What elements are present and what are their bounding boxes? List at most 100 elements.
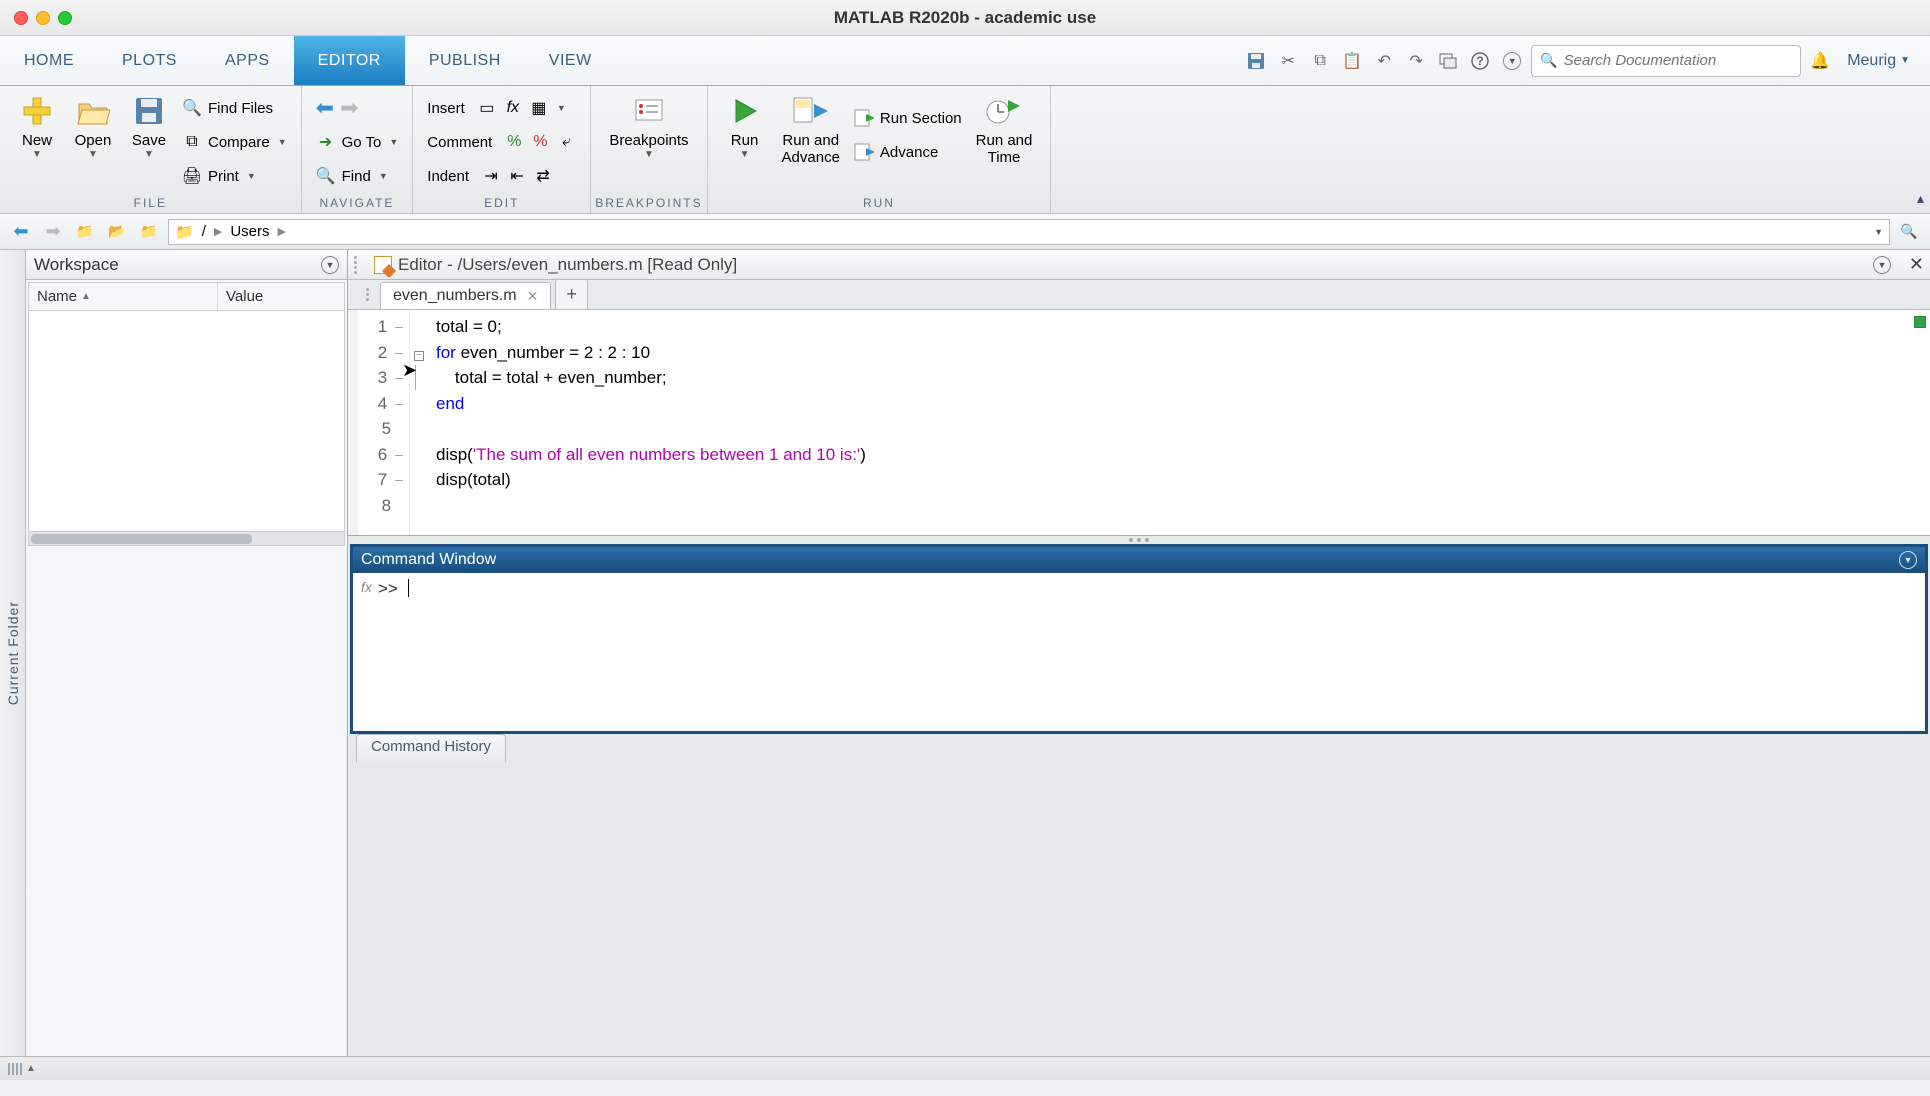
undo-icon[interactable]: ↶: [1371, 48, 1397, 74]
current-folder-path[interactable]: 📁 / ▶ Users ▶ ▼: [168, 219, 1890, 245]
path-browse-button[interactable]: 📂: [104, 219, 130, 245]
new-tab-button[interactable]: +: [555, 279, 588, 309]
tab-home[interactable]: HOME: [0, 36, 98, 85]
close-window-button[interactable]: [14, 11, 28, 25]
tab-view[interactable]: VIEW: [525, 36, 616, 85]
find-button[interactable]: 🔍Find▼: [312, 160, 403, 192]
drag-handle-icon[interactable]: [366, 288, 374, 301]
notifications-icon[interactable]: 🔔: [1807, 48, 1833, 74]
advance-button[interactable]: Advance: [850, 136, 966, 168]
insert-button[interactable]: Insert▭fx▦▼: [423, 92, 580, 124]
cut-icon[interactable]: ✂: [1275, 48, 1301, 74]
command-window-menu-icon[interactable]: ▼: [1899, 551, 1917, 569]
horizontal-splitter[interactable]: [348, 536, 1930, 544]
path-up-button[interactable]: 📁: [72, 219, 98, 245]
tab-plots[interactable]: PLOTS: [98, 36, 201, 85]
fold-toggle-icon[interactable]: −: [414, 351, 424, 361]
drag-handle-icon[interactable]: [354, 256, 362, 274]
find-icon: 🔍: [316, 166, 336, 186]
fx-icon[interactable]: fx: [361, 579, 372, 595]
workspace-menu-icon[interactable]: ▼: [321, 256, 339, 274]
goto-button[interactable]: ➜Go To▼: [312, 126, 403, 158]
breakpoints-button[interactable]: Breakpoints▼: [601, 90, 696, 162]
path-search-button[interactable]: 🔍: [1896, 219, 1922, 245]
file-tab[interactable]: even_numbers.m ✕: [380, 282, 551, 309]
insert-snippet-icon[interactable]: ▦: [529, 98, 549, 118]
redo-icon[interactable]: ↷: [1403, 48, 1429, 74]
line-gutter[interactable]: 1– 2– 3– 4– 5 6– 7– 8: [358, 310, 410, 535]
editor-title: Editor - /Users/even_numbers.m [Read Onl…: [398, 255, 737, 275]
find-files-icon: 🔍: [182, 98, 202, 118]
insert-section-icon[interactable]: ▭: [477, 98, 497, 118]
smart-indent-icon[interactable]: ⇄: [533, 166, 553, 186]
switch-windows-icon[interactable]: [1435, 48, 1461, 74]
insert-fx-icon[interactable]: fx: [503, 98, 523, 118]
editor-menu-icon[interactable]: ▼: [1873, 256, 1891, 274]
workspace-panel: Workspace ▼ Name▲ Value: [26, 250, 348, 1056]
minimize-window-button[interactable]: [36, 11, 50, 25]
save-icon: [130, 92, 168, 130]
paste-icon[interactable]: 📋: [1339, 48, 1365, 74]
section-label-edit: EDIT: [413, 196, 590, 213]
workspace-table[interactable]: Name▲ Value: [28, 282, 345, 546]
code-health-indicator[interactable]: [1914, 316, 1926, 328]
quickaccess-dropdown-icon[interactable]: ▼: [1499, 48, 1525, 74]
chevron-right-icon[interactable]: ▶: [278, 225, 286, 238]
save-file-button[interactable]: Save▼: [122, 90, 176, 162]
path-segment[interactable]: Users: [230, 223, 269, 240]
comment-icon[interactable]: %: [504, 132, 524, 152]
print-button[interactable]: 🖨Print▼: [178, 160, 291, 192]
code-editor[interactable]: 1– 2– 3– 4– 5 6– 7– 8 − total = 0;for ev…: [348, 310, 1930, 535]
outdent-icon[interactable]: ⇤: [507, 166, 527, 186]
indent-icon[interactable]: ⇥: [481, 166, 501, 186]
goto-icon: ➜: [316, 132, 336, 152]
workspace-col-value[interactable]: Value: [218, 283, 344, 310]
back-icon[interactable]: ⬅: [316, 95, 334, 121]
run-button[interactable]: Run▼: [718, 90, 772, 162]
path-dropdown-icon[interactable]: ▼: [1874, 227, 1883, 237]
help-icon[interactable]: ?: [1467, 48, 1493, 74]
save-quick-icon[interactable]: [1243, 48, 1269, 74]
compare-button[interactable]: ⧉Compare▼: [178, 126, 291, 158]
run-time-icon: [985, 92, 1023, 130]
run-advance-button[interactable]: Run and Advance: [774, 90, 848, 169]
uncomment-icon[interactable]: %: [530, 132, 550, 152]
copy-icon[interactable]: ⧉: [1307, 48, 1333, 74]
path-forward-button[interactable]: ➡: [40, 219, 66, 245]
wrap-comment-icon[interactable]: ⤶: [556, 132, 576, 152]
path-add-button[interactable]: 📁: [136, 219, 162, 245]
run-section-button[interactable]: Run Section: [850, 102, 966, 134]
fold-gutter[interactable]: −: [410, 310, 428, 535]
user-menu[interactable]: Meurig▼: [1839, 52, 1918, 70]
search-input[interactable]: [1564, 52, 1793, 69]
path-root[interactable]: /: [202, 223, 206, 240]
folder-icon: 📁: [175, 223, 194, 241]
tab-editor[interactable]: EDITOR: [294, 36, 405, 85]
run-time-button[interactable]: Run and Time: [968, 90, 1041, 169]
workspace-scrollbar[interactable]: [29, 531, 344, 545]
new-file-button[interactable]: New▼: [10, 90, 64, 162]
code-content[interactable]: total = 0;for even_number = 2 : 2 : 10 t…: [428, 310, 874, 535]
close-editor-button[interactable]: ✕: [1909, 254, 1924, 275]
section-label-file: FILE: [0, 196, 301, 213]
forward-icon[interactable]: ➡: [340, 95, 358, 121]
status-menu-icon[interactable]: ▲: [26, 1063, 36, 1074]
nav-back-forward[interactable]: ⬅ ➡: [312, 92, 403, 124]
workspace-col-name[interactable]: Name▲: [29, 283, 218, 310]
tab-publish[interactable]: PUBLISH: [405, 36, 525, 85]
indent-button[interactable]: Indent⇥⇤⇄: [423, 160, 580, 192]
find-files-button[interactable]: 🔍Find Files: [178, 92, 291, 124]
status-grip-icon[interactable]: [8, 1063, 22, 1075]
command-window-input[interactable]: fx >>: [353, 573, 1925, 731]
comment-button[interactable]: Comment%%⤶: [423, 126, 580, 158]
zoom-window-button[interactable]: [58, 11, 72, 25]
command-history-tab[interactable]: Command History: [356, 734, 506, 762]
open-file-button[interactable]: Open▼: [66, 90, 120, 162]
close-tab-button[interactable]: ✕: [527, 288, 539, 305]
tab-apps[interactable]: APPS: [201, 36, 294, 85]
search-documentation[interactable]: 🔍: [1531, 45, 1801, 77]
path-back-button[interactable]: ⬅: [8, 219, 34, 245]
folder-open-icon: [74, 92, 112, 130]
minimize-toolstrip-icon[interactable]: ▴: [1917, 190, 1924, 207]
current-folder-tab[interactable]: Current Folder: [0, 250, 26, 1056]
